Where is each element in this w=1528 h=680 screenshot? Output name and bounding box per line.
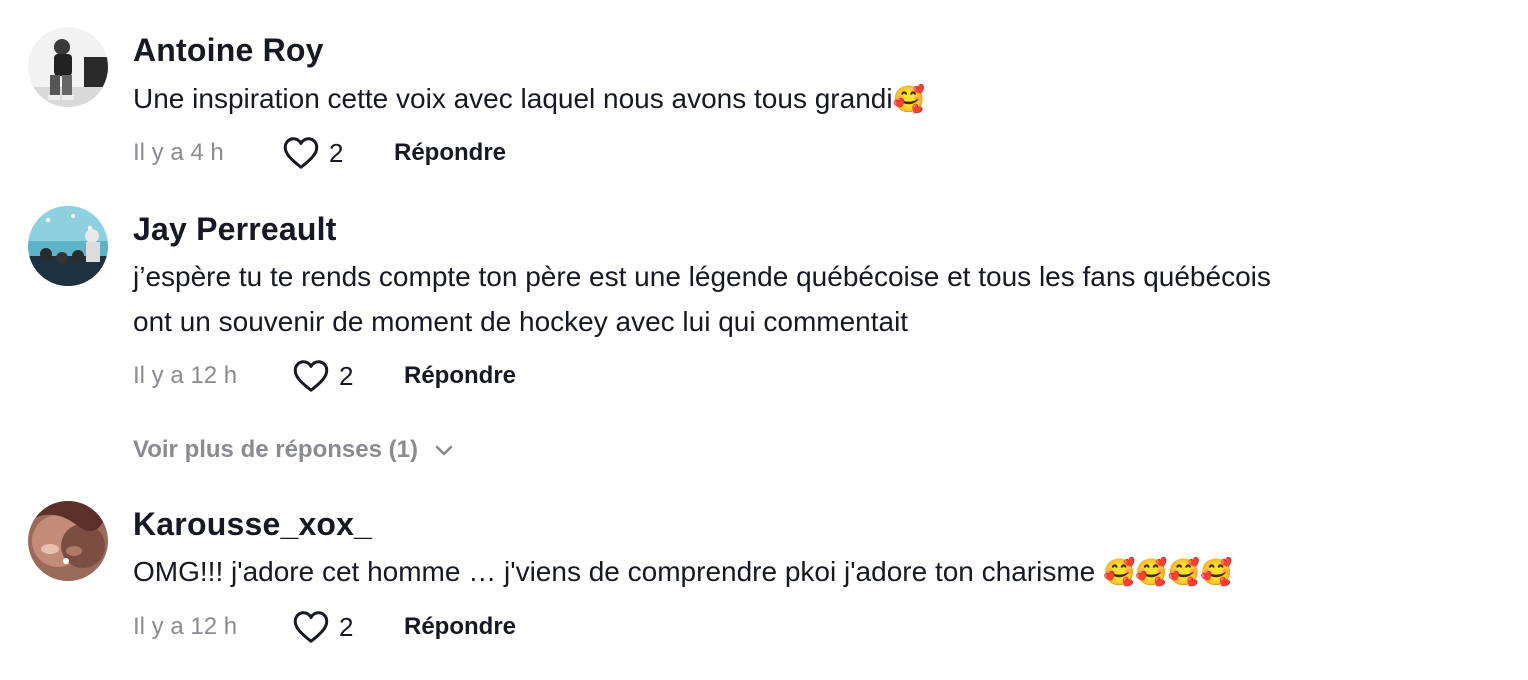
reply-button[interactable]: Répondre	[404, 607, 516, 647]
like-count: 2	[339, 360, 354, 391]
user-avatar-photo	[28, 27, 108, 107]
reply-button[interactable]: Répondre	[404, 356, 516, 396]
view-more-replies-label: Voir plus de réponses (1)	[133, 436, 418, 463]
comment-username[interactable]: Jay Perreault	[133, 209, 337, 249]
comment-timestamp: Il y a 12 h	[133, 613, 238, 640]
comment-text: OMG!!! j'adore cet homme … j'viens de co…	[133, 549, 1473, 595]
like-count: 2	[339, 611, 354, 642]
comment-timestamp: Il y a 12 h	[133, 362, 238, 389]
comment-emoji: 🥰🥰🥰🥰	[1103, 557, 1233, 587]
view-more-replies-button[interactable]: Voir plus de réponses (1)	[133, 430, 454, 470]
avatar[interactable]	[28, 27, 108, 107]
user-avatar-photo	[28, 501, 108, 581]
comment-emoji: 🥰	[892, 84, 925, 114]
comment-text-body: Une inspiration cette voix avec laquel n…	[133, 83, 893, 114]
heart-outline-icon	[283, 137, 319, 169]
comment-username[interactable]: Antoine Roy	[133, 30, 324, 70]
avatar[interactable]	[28, 206, 108, 286]
comment-text-line: j’espère tu te rends compte ton père est…	[133, 261, 1271, 292]
user-avatar-photo	[28, 206, 108, 286]
comment-meta: Il y a 12 h 2 Répondre	[133, 607, 516, 647]
reply-button[interactable]: Répondre	[394, 133, 506, 173]
comment-text-body: OMG!!! j'adore cet homme … j'viens de co…	[133, 556, 1104, 587]
comment-username[interactable]: Karousse_xox_	[133, 504, 372, 544]
avatar[interactable]	[28, 501, 108, 581]
like-count: 2	[329, 137, 344, 168]
comment-text: j’espère tu te rends compte ton père est…	[133, 254, 1473, 344]
comment-text: Une inspiration cette voix avec laquel n…	[133, 76, 1473, 122]
like-button[interactable]: 2	[283, 133, 343, 173]
comment-meta: Il y a 12 h 2 Répondre	[133, 356, 516, 396]
comment-timestamp: Il y a 4 h	[133, 139, 224, 166]
heart-outline-icon	[293, 360, 329, 392]
comment-meta: Il y a 4 h 2 Répondre	[133, 133, 506, 173]
like-button[interactable]: 2	[293, 607, 353, 647]
comment-text-line: ont un souvenir de moment de hockey avec…	[133, 306, 909, 337]
like-button[interactable]: 2	[293, 356, 353, 396]
heart-outline-icon	[293, 611, 329, 643]
chevron-down-icon	[435, 445, 453, 456]
